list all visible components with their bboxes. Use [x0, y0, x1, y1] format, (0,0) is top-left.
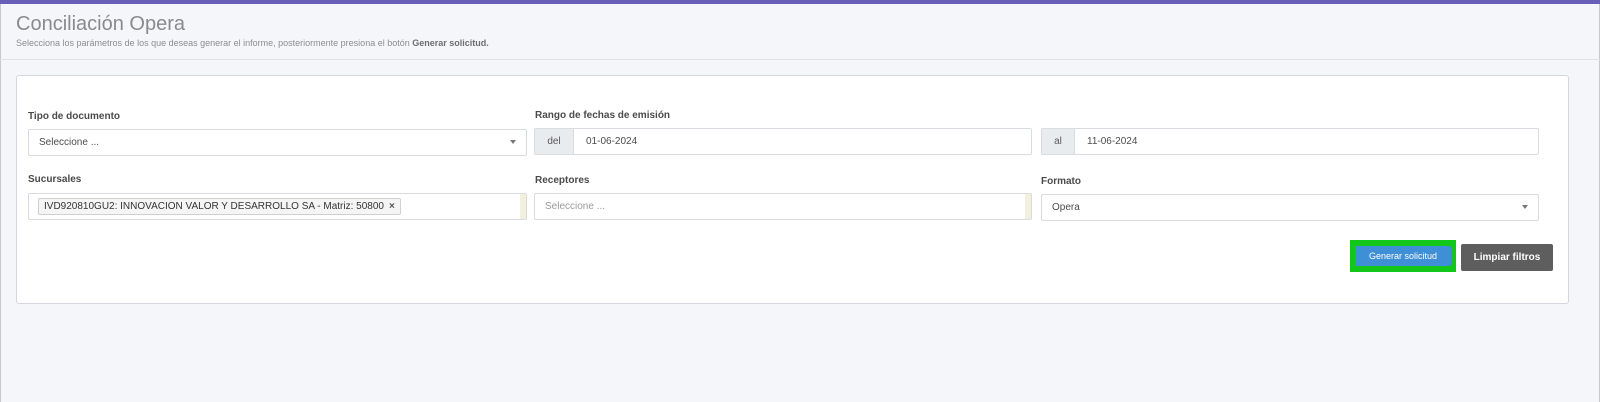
date-to-group: al 11-06-2024 [1041, 128, 1539, 155]
chevron-down-icon [1522, 205, 1528, 209]
formato-select[interactable]: Opera [1041, 194, 1539, 221]
date-from-prefix: del [535, 129, 574, 154]
generate-request-button[interactable]: Generar solicitud [1355, 246, 1451, 266]
receptores-multiselect[interactable]: Seleccione ... [534, 193, 1032, 220]
tipo-documento-select[interactable]: Seleccione ... [28, 129, 527, 156]
subtitle-text: Selecciona los parámetros de los que des… [16, 38, 410, 48]
chevron-down-icon [510, 140, 516, 144]
date-from-input[interactable]: 01-06-2024 [574, 129, 1031, 154]
date-from-group: del 01-06-2024 [534, 128, 1032, 155]
formato-value: Opera [1052, 202, 1080, 213]
subtitle-bold: Generar solicitud. [412, 38, 489, 48]
sucursales-label: Sucursales [28, 174, 82, 185]
tipo-documento-value: Seleccione ... [39, 137, 100, 148]
sucursales-multiselect[interactable]: IVD920810GU2: INNOVACION VALOR Y DESARRO… [28, 193, 527, 220]
receptores-label: Receptores [535, 175, 590, 186]
receptores-placeholder: Seleccione ... [545, 201, 606, 212]
header-divider [0, 59, 1600, 60]
top-accent-bar [0, 0, 1600, 4]
tipo-documento-label: Tipo de documento [28, 111, 121, 122]
formato-label: Formato [1041, 176, 1081, 187]
date-to-input[interactable]: 11-06-2024 [1075, 129, 1538, 154]
date-to-prefix: al [1042, 129, 1075, 154]
sucursal-chip: IVD920810GU2: INNOVACION VALOR Y DESARRO… [38, 198, 401, 215]
rango-fechas-label: Rango de fechas de emisión [535, 110, 671, 121]
filters-card: Tipo de documento Seleccione ... Rango d… [16, 75, 1569, 304]
left-border [0, 4, 1, 402]
page-title: Conciliación Opera [16, 13, 185, 35]
page-subtitle: Selecciona los parámetros de los que des… [16, 38, 489, 48]
page-header: Conciliación Opera Selecciona los paráme… [16, 12, 489, 48]
sucursal-chip-label: IVD920810GU2: INNOVACION VALOR Y DESARRO… [44, 201, 384, 212]
clear-filters-button[interactable]: Limpiar filtros [1461, 244, 1553, 271]
generate-button-highlight: Generar solicitud [1350, 240, 1456, 272]
close-icon[interactable]: × [389, 201, 395, 212]
